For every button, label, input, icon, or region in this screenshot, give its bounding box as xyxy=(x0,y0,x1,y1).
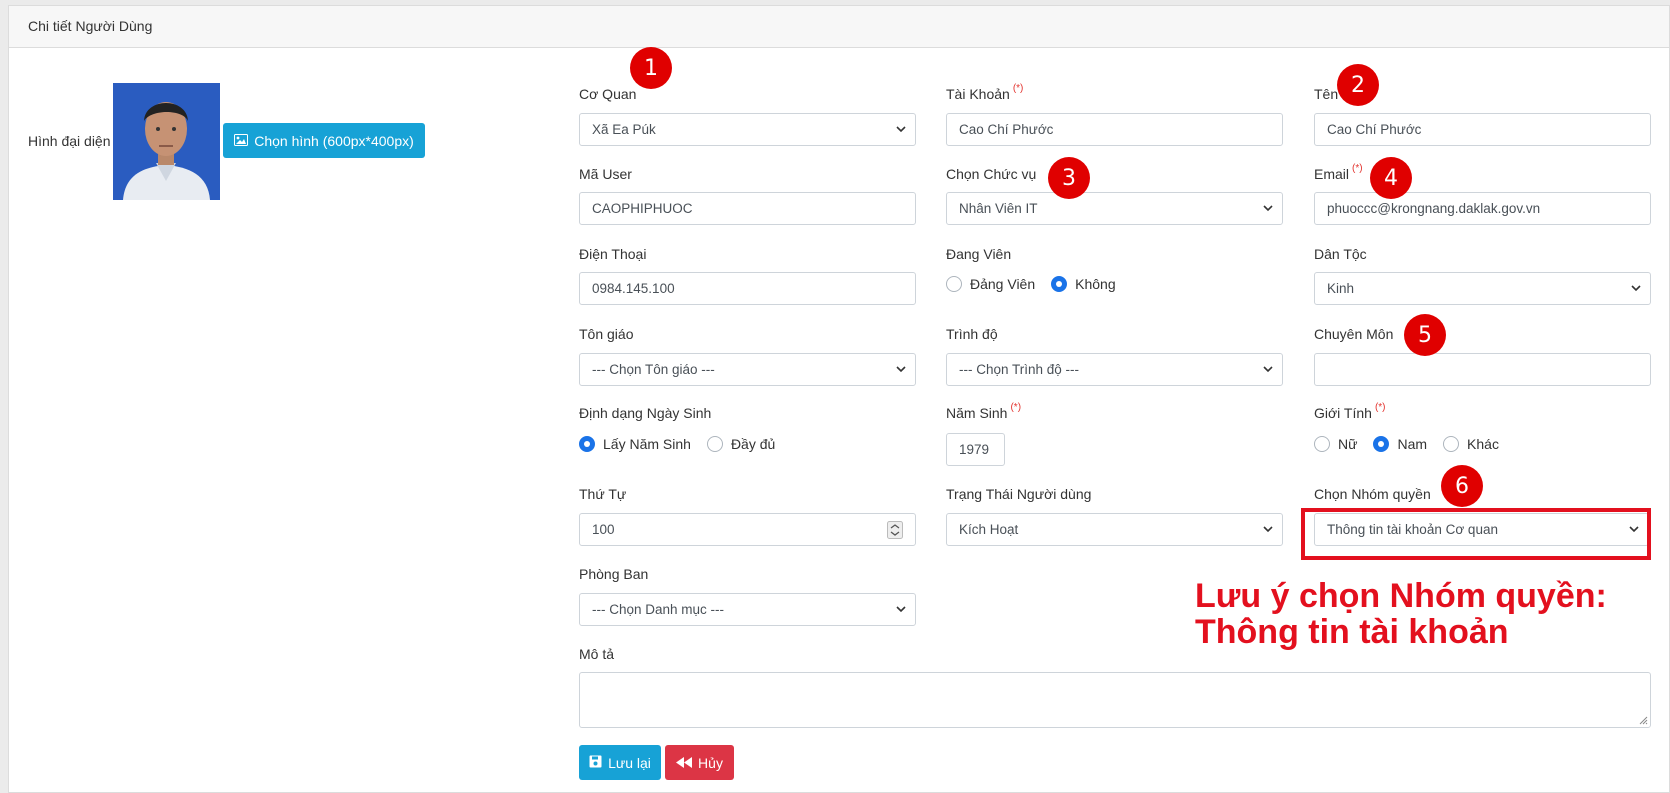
email-input[interactable]: phuoccc@krongnang.daklak.gov.vn xyxy=(1314,192,1651,225)
co-quan-value: Xã Ea Púk xyxy=(592,122,656,137)
annotation-note-line1: Lưu ý chọn Nhóm quyền: xyxy=(1195,577,1607,615)
chevron-down-icon xyxy=(1263,366,1273,373)
radio-day-du[interactable]: Đầy đủ xyxy=(706,436,775,452)
dinh-dang-ngay-sinh-label: Định dạng Ngày Sinh xyxy=(579,405,712,421)
resize-handle-icon[interactable] xyxy=(1638,715,1648,725)
annotation-badge-4: 4 xyxy=(1370,157,1412,199)
dang-vien-radio-group: Đảng Viên Không xyxy=(946,274,1132,294)
choose-image-label: Chọn hình (600px*400px) xyxy=(254,132,414,149)
avatar xyxy=(113,83,220,200)
phong-ban-select[interactable]: --- Chọn Danh mục --- xyxy=(579,593,916,626)
save-icon xyxy=(589,755,602,771)
chevron-down-icon xyxy=(1263,526,1273,533)
annotation-note: Lưu ý chọn Nhóm quyền: Thông tin tài kho… xyxy=(1195,578,1607,650)
chevron-down-icon xyxy=(896,366,906,373)
dinh-dang-radio-group: Lấy Năm Sinh Đầy đủ xyxy=(579,434,791,454)
ma-user-input[interactable]: CAOPHIPHUOC xyxy=(579,192,916,225)
annotation-highlight-box xyxy=(1301,508,1651,560)
co-quan-select[interactable]: Xã Ea Púk xyxy=(579,113,916,146)
cancel-button[interactable]: Hủy xyxy=(665,745,734,780)
dien-thoai-input[interactable]: 0984.145.100 xyxy=(579,272,916,305)
annotation-badge-6: 6 xyxy=(1441,465,1483,507)
annotation-badge-1: 1 xyxy=(630,47,672,89)
thu-tu-label: Thứ Tự xyxy=(579,486,627,502)
radio-dang-vien[interactable]: Đảng Viên xyxy=(946,276,1035,292)
image-icon xyxy=(234,133,249,149)
annotation-badge-2: 2 xyxy=(1337,64,1379,106)
tai-khoan-label: Tài Khoản (*) xyxy=(946,83,1024,102)
dan-toc-select[interactable]: Kinh xyxy=(1314,272,1651,305)
nam-sinh-label: Năm Sinh (*) xyxy=(946,402,1022,421)
ten-label: Tên xyxy=(1314,86,1339,102)
dan-toc-label: Dân Tộc xyxy=(1314,246,1367,262)
ton-giao-value: --- Chọn Tôn giáo --- xyxy=(592,362,715,377)
trinh-do-value: --- Chọn Trình độ --- xyxy=(959,362,1080,377)
avatar-label: Hình đại diện xyxy=(28,133,111,149)
co-quan-label: Cơ Quan xyxy=(579,86,637,102)
radio-lay-nam-sinh[interactable]: Lấy Năm Sinh xyxy=(579,436,691,452)
chevron-down-icon xyxy=(1263,205,1273,212)
ton-giao-label: Tôn giáo xyxy=(579,326,634,342)
trang-thai-label: Trạng Thái Người dùng xyxy=(946,486,1092,502)
thu-tu-input[interactable]: 100 xyxy=(579,513,916,546)
phong-ban-label: Phòng Ban xyxy=(579,566,649,582)
nam-sinh-input[interactable]: 1979 xyxy=(946,433,1005,466)
radio-nu[interactable]: Nữ xyxy=(1314,436,1357,452)
backward-icon xyxy=(676,755,693,771)
mo-ta-textarea[interactable] xyxy=(579,672,1651,728)
chevron-down-icon xyxy=(896,606,906,613)
cancel-label: Hủy xyxy=(698,754,723,771)
chuc-vu-label: Chọn Chức vụ xyxy=(946,166,1037,182)
radio-khac[interactable]: Khác xyxy=(1443,436,1499,452)
trang-thai-value: Kích Hoạt xyxy=(959,522,1019,537)
radio-nam[interactable]: Nam xyxy=(1373,436,1427,452)
annotation-badge-5: 5 xyxy=(1404,314,1446,356)
chevron-down-icon xyxy=(1631,285,1641,292)
choose-image-button[interactable]: Chọn hình (600px*400px) xyxy=(223,123,425,158)
thu-tu-value: 100 xyxy=(592,522,615,537)
gioi-tinh-radio-group: Nữ Nam Khác xyxy=(1314,434,1515,454)
ma-user-label: Mã User xyxy=(579,166,632,182)
chuc-vu-select[interactable]: Nhân Viên IT xyxy=(946,192,1283,225)
dien-thoai-label: Điện Thoại xyxy=(579,246,647,262)
tai-khoan-input[interactable]: Cao Chí Phước xyxy=(946,113,1283,146)
radio-khong[interactable]: Không xyxy=(1051,276,1116,292)
save-button[interactable]: Lưu lại xyxy=(579,745,661,780)
chuyen-mon-input[interactable] xyxy=(1314,353,1651,386)
trang-thai-select[interactable]: Kích Hoạt xyxy=(946,513,1283,546)
mo-ta-label: Mô tả xyxy=(579,646,615,662)
save-label: Lưu lại xyxy=(608,754,651,771)
trinh-do-label: Trình độ xyxy=(946,326,998,342)
gioi-tinh-label: Giới Tính (*) xyxy=(1314,402,1386,421)
nhom-quyen-label: Chọn Nhóm quyền xyxy=(1314,486,1431,502)
chevron-down-icon xyxy=(896,126,906,133)
card-header: Chi tiết Người Dùng xyxy=(9,6,1669,48)
trinh-do-select[interactable]: --- Chọn Trình độ --- xyxy=(946,353,1283,386)
annotation-badge-3: 3 xyxy=(1048,157,1090,199)
chuc-vu-value: Nhân Viên IT xyxy=(959,201,1038,216)
ton-giao-select[interactable]: --- Chọn Tôn giáo --- xyxy=(579,353,916,386)
annotation-note-line2: Thông tin tài khoản xyxy=(1195,613,1509,651)
ten-input[interactable]: Cao Chí Phước xyxy=(1314,113,1651,146)
email-label: Email (*) xyxy=(1314,163,1363,182)
page-title: Chi tiết Người Dùng xyxy=(28,18,153,34)
phong-ban-value: --- Chọn Danh mục --- xyxy=(592,602,725,617)
spinner-icon[interactable] xyxy=(887,521,903,539)
dang-vien-label: Đang Viên xyxy=(946,246,1012,262)
chuyen-mon-label: Chuyên Môn xyxy=(1314,326,1394,342)
dan-toc-value: Kinh xyxy=(1327,281,1355,296)
